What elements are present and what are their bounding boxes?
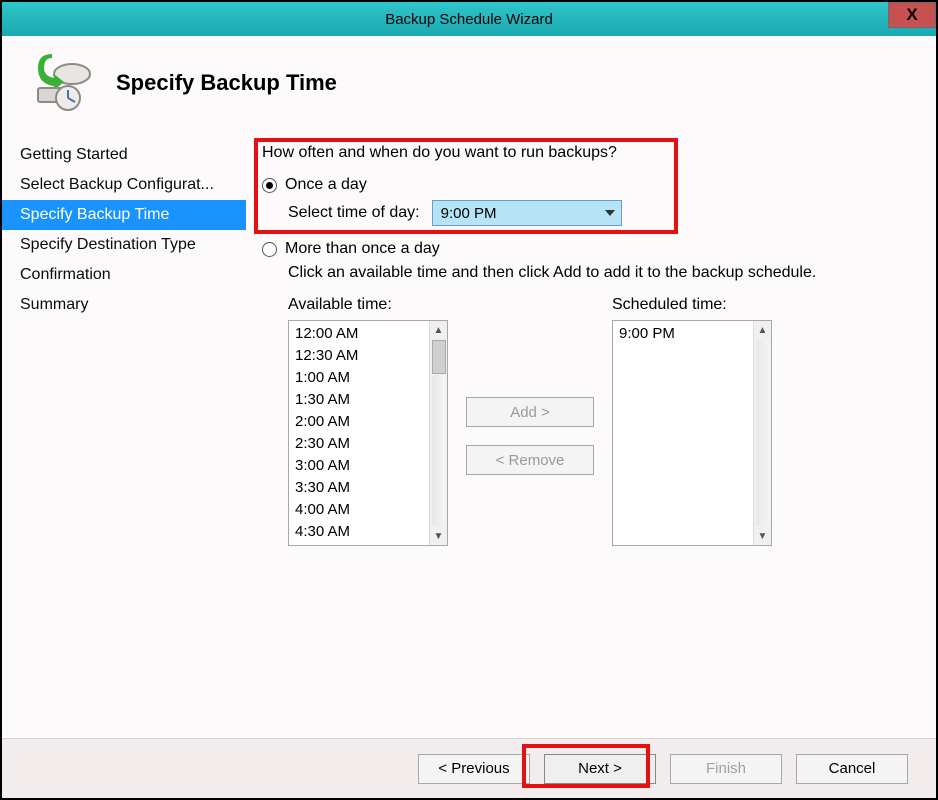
time-of-day-row: Select time of day: 9:00 PM — [288, 200, 912, 226]
available-scrollbar[interactable]: ▲ ▼ — [429, 321, 447, 545]
list-item[interactable]: 12:00 AM — [295, 323, 423, 345]
sidebar-item-select-config[interactable]: Select Backup Configurat... — [2, 170, 246, 200]
option-more-than-once[interactable]: More than once a day — [262, 240, 912, 258]
list-item[interactable]: 3:00 AM — [295, 455, 423, 477]
wizard-steps-sidebar: Getting Started Select Backup Configurat… — [2, 136, 246, 762]
scroll-up-icon[interactable]: ▲ — [754, 321, 771, 339]
main-content: How often and when do you want to run ba… — [246, 136, 936, 762]
next-button[interactable]: Next > — [544, 754, 656, 784]
wizard-body: Getting Started Select Backup Configurat… — [2, 136, 936, 762]
wizard-footer: < Previous Next > Finish Cancel — [2, 738, 936, 798]
previous-button[interactable]: < Previous — [418, 754, 530, 784]
schedule-question: How often and when do you want to run ba… — [262, 144, 912, 162]
close-button[interactable]: X — [888, 2, 936, 28]
multi-description: Click an available time and then click A… — [288, 264, 912, 282]
scroll-down-icon[interactable]: ▼ — [754, 527, 771, 545]
window-title: Backup Schedule Wizard — [385, 11, 553, 28]
add-remove-column: Add > < Remove — [466, 326, 594, 546]
scroll-up-icon[interactable]: ▲ — [430, 321, 447, 339]
scroll-track[interactable] — [756, 340, 770, 526]
window: Backup Schedule Wizard X Specify Backup … — [0, 0, 938, 800]
page-title: Specify Backup Time — [116, 70, 337, 96]
radio-more-than-once[interactable] — [262, 242, 277, 257]
available-time-listbox[interactable]: 12:00 AM 12:30 AM 1:00 AM 1:30 AM 2:00 A… — [288, 320, 448, 546]
list-item[interactable]: 3:30 AM — [295, 477, 423, 499]
scheduled-column: Scheduled time: 9:00 PM ▲ ▼ — [612, 296, 772, 546]
available-column: Available time: 12:00 AM 12:30 AM 1:00 A… — [288, 296, 448, 546]
label-more-than-once: More than once a day — [285, 240, 440, 258]
chevron-down-icon — [605, 210, 615, 216]
title-bar: Backup Schedule Wizard X — [2, 2, 936, 36]
sidebar-item-summary[interactable]: Summary — [2, 290, 246, 320]
add-button: Add > — [466, 397, 594, 427]
sidebar-item-destination-type[interactable]: Specify Destination Type — [2, 230, 246, 260]
scroll-down-icon[interactable]: ▼ — [430, 527, 447, 545]
time-of-day-dropdown[interactable]: 9:00 PM — [432, 200, 622, 226]
radio-once-a-day[interactable] — [262, 178, 277, 193]
remove-button: < Remove — [466, 445, 594, 475]
scheduled-time-listbox[interactable]: 9:00 PM ▲ ▼ — [612, 320, 772, 546]
sidebar-item-confirmation[interactable]: Confirmation — [2, 260, 246, 290]
option-once-a-day[interactable]: Once a day — [262, 176, 912, 194]
time-lists-area: Available time: 12:00 AM 12:30 AM 1:00 A… — [288, 296, 912, 546]
backup-wizard-icon — [32, 54, 96, 112]
scheduled-time-label: Scheduled time: — [612, 296, 772, 314]
list-item[interactable]: 2:00 AM — [295, 411, 423, 433]
sidebar-item-specify-time[interactable]: Specify Backup Time — [2, 200, 246, 230]
scheduled-time-items[interactable]: 9:00 PM — [613, 321, 753, 545]
list-item[interactable]: 1:00 AM — [295, 367, 423, 389]
time-of-day-label: Select time of day: — [288, 204, 420, 222]
list-item[interactable]: 4:30 AM — [295, 521, 423, 543]
sidebar-item-getting-started[interactable]: Getting Started — [2, 140, 246, 170]
time-of-day-value: 9:00 PM — [441, 205, 497, 222]
close-icon: X — [906, 5, 917, 25]
page-header: Specify Backup Time — [2, 36, 936, 136]
cancel-button[interactable]: Cancel — [796, 754, 908, 784]
scroll-thumb[interactable] — [432, 340, 446, 374]
list-item[interactable]: 1:30 AM — [295, 389, 423, 411]
label-once-a-day: Once a day — [285, 176, 367, 194]
scheduled-scrollbar[interactable]: ▲ ▼ — [753, 321, 771, 545]
list-item[interactable]: 2:30 AM — [295, 433, 423, 455]
available-time-items[interactable]: 12:00 AM 12:30 AM 1:00 AM 1:30 AM 2:00 A… — [289, 321, 429, 545]
list-item[interactable]: 9:00 PM — [619, 323, 747, 345]
list-item[interactable]: 12:30 AM — [295, 345, 423, 367]
available-time-label: Available time: — [288, 296, 448, 314]
finish-button: Finish — [670, 754, 782, 784]
list-item[interactable]: 4:00 AM — [295, 499, 423, 521]
scroll-track[interactable] — [432, 375, 446, 525]
